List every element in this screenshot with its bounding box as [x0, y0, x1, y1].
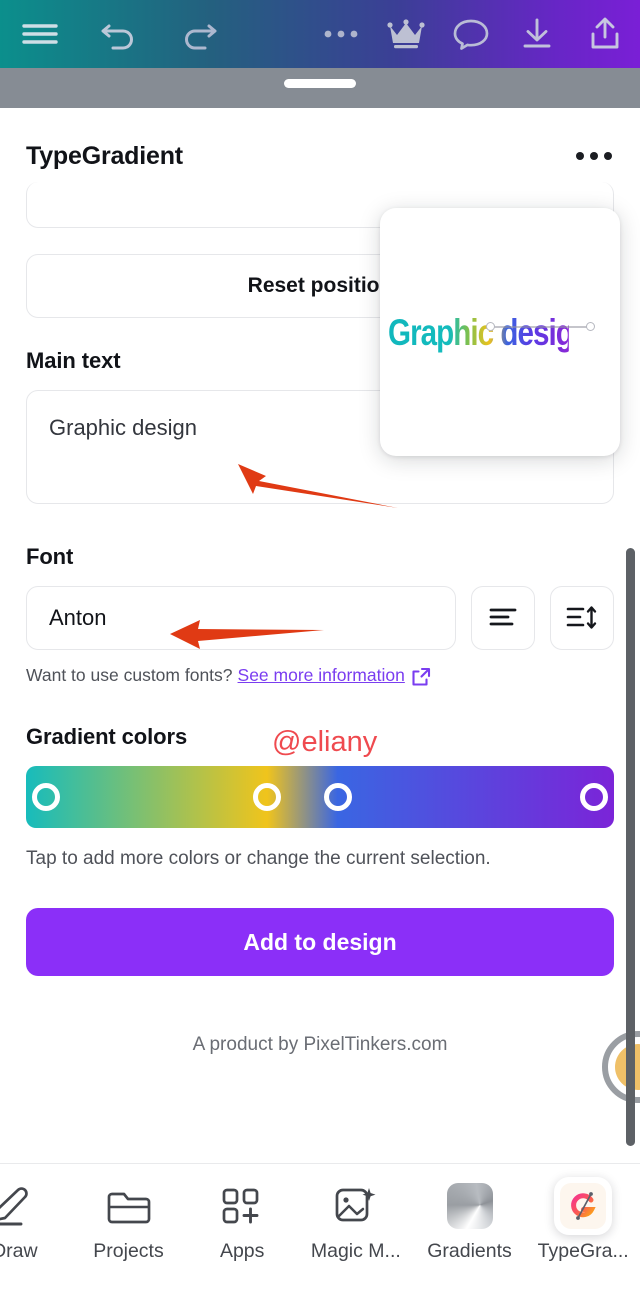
download-icon[interactable] [504, 0, 569, 68]
gradient-control-handle-end[interactable] [586, 322, 595, 331]
nav-label-typegradient: TypeGra... [537, 1240, 629, 1262]
text-align-left-icon[interactable] [471, 586, 535, 650]
menu-icon[interactable] [0, 0, 79, 68]
text-preview-card[interactable]: Graphic design [380, 208, 620, 456]
nav-label-projects: Projects [93, 1240, 164, 1262]
line-height-icon[interactable] [550, 586, 614, 650]
preview-artwork: Graphic design [388, 312, 614, 354]
custom-fonts-helper: Want to use custom fonts? See more infor… [26, 664, 614, 686]
sheet-drag-handle[interactable] [284, 79, 356, 88]
crown-icon[interactable] [374, 0, 439, 68]
gradient-control-handle-start[interactable] [486, 322, 495, 331]
font-row: Anton [26, 586, 614, 650]
app-root: TypeGradient Reset position Main text Gr… [0, 0, 640, 1303]
gradient-stop-handle-3[interactable] [580, 783, 608, 811]
preview-gradient-text: Graphic design [388, 312, 591, 353]
nav-label-gradients: Gradients [427, 1240, 512, 1262]
watermark-label: @eliany [272, 726, 378, 758]
panel-menu-icon[interactable] [574, 144, 614, 168]
font-select[interactable]: Anton [26, 586, 456, 650]
panel-scrollbar[interactable] [626, 548, 635, 1146]
nav-item-magic-media[interactable]: Magic M... [299, 1164, 413, 1303]
nav-label-draw: Draw [0, 1240, 38, 1262]
gradient-stop-handle-1[interactable] [253, 783, 282, 811]
typegradient-app-icon [554, 1177, 613, 1235]
bottom-navigation: Draw Projects Apps Magic M... Gradients [0, 1163, 640, 1303]
see-more-information-link[interactable]: See more information [238, 665, 405, 686]
gradient-hint-text: Tap to add more colors or change the cur… [26, 848, 491, 869]
add-to-design-button[interactable]: Add to design [26, 908, 614, 976]
product-footer-note: A product by PixelTinkers.com [192, 1034, 448, 1055]
custom-fonts-question: Want to use custom fonts? [26, 664, 233, 685]
panel-header: TypeGradient [0, 128, 640, 184]
external-link-icon[interactable] [410, 666, 432, 688]
more-options-icon[interactable] [308, 0, 373, 68]
comment-icon[interactable] [439, 0, 504, 68]
gradient-stop-handle-0[interactable] [32, 783, 60, 811]
pen-draw-icon [0, 1182, 39, 1230]
sheet-backdrop [0, 68, 640, 108]
redo-icon[interactable] [159, 0, 238, 68]
nav-item-projects[interactable]: Projects [72, 1164, 186, 1303]
typegradient-glyph [560, 1183, 607, 1229]
nav-label-magic-apps: Apps [219, 1240, 265, 1262]
nav-label-magic-media: Magic M... [310, 1240, 401, 1262]
font-label: Font [26, 544, 74, 569]
selected-tab-badge [554, 1177, 613, 1235]
undo-icon[interactable] [79, 0, 158, 68]
nav-item-typegradient[interactable]: TypeGra... [526, 1164, 640, 1303]
panel-title: TypeGradient [26, 141, 183, 170]
gradient-square-icon [446, 1182, 493, 1230]
nav-item-apps[interactable]: Apps [185, 1164, 299, 1303]
gradient-color-bar[interactable] [26, 766, 614, 828]
editor-toolbar [0, 0, 640, 68]
nav-item-draw[interactable]: Draw [0, 1164, 72, 1303]
nav-item-gradients[interactable]: Gradients [413, 1164, 527, 1303]
apps-grid-plus-icon [220, 1182, 264, 1230]
magic-media-icon [333, 1182, 379, 1230]
folder-icon [107, 1182, 151, 1230]
gradient-control-line [490, 326, 590, 328]
gradient-stop-handle-2[interactable] [323, 783, 352, 811]
share-icon[interactable] [569, 0, 640, 68]
